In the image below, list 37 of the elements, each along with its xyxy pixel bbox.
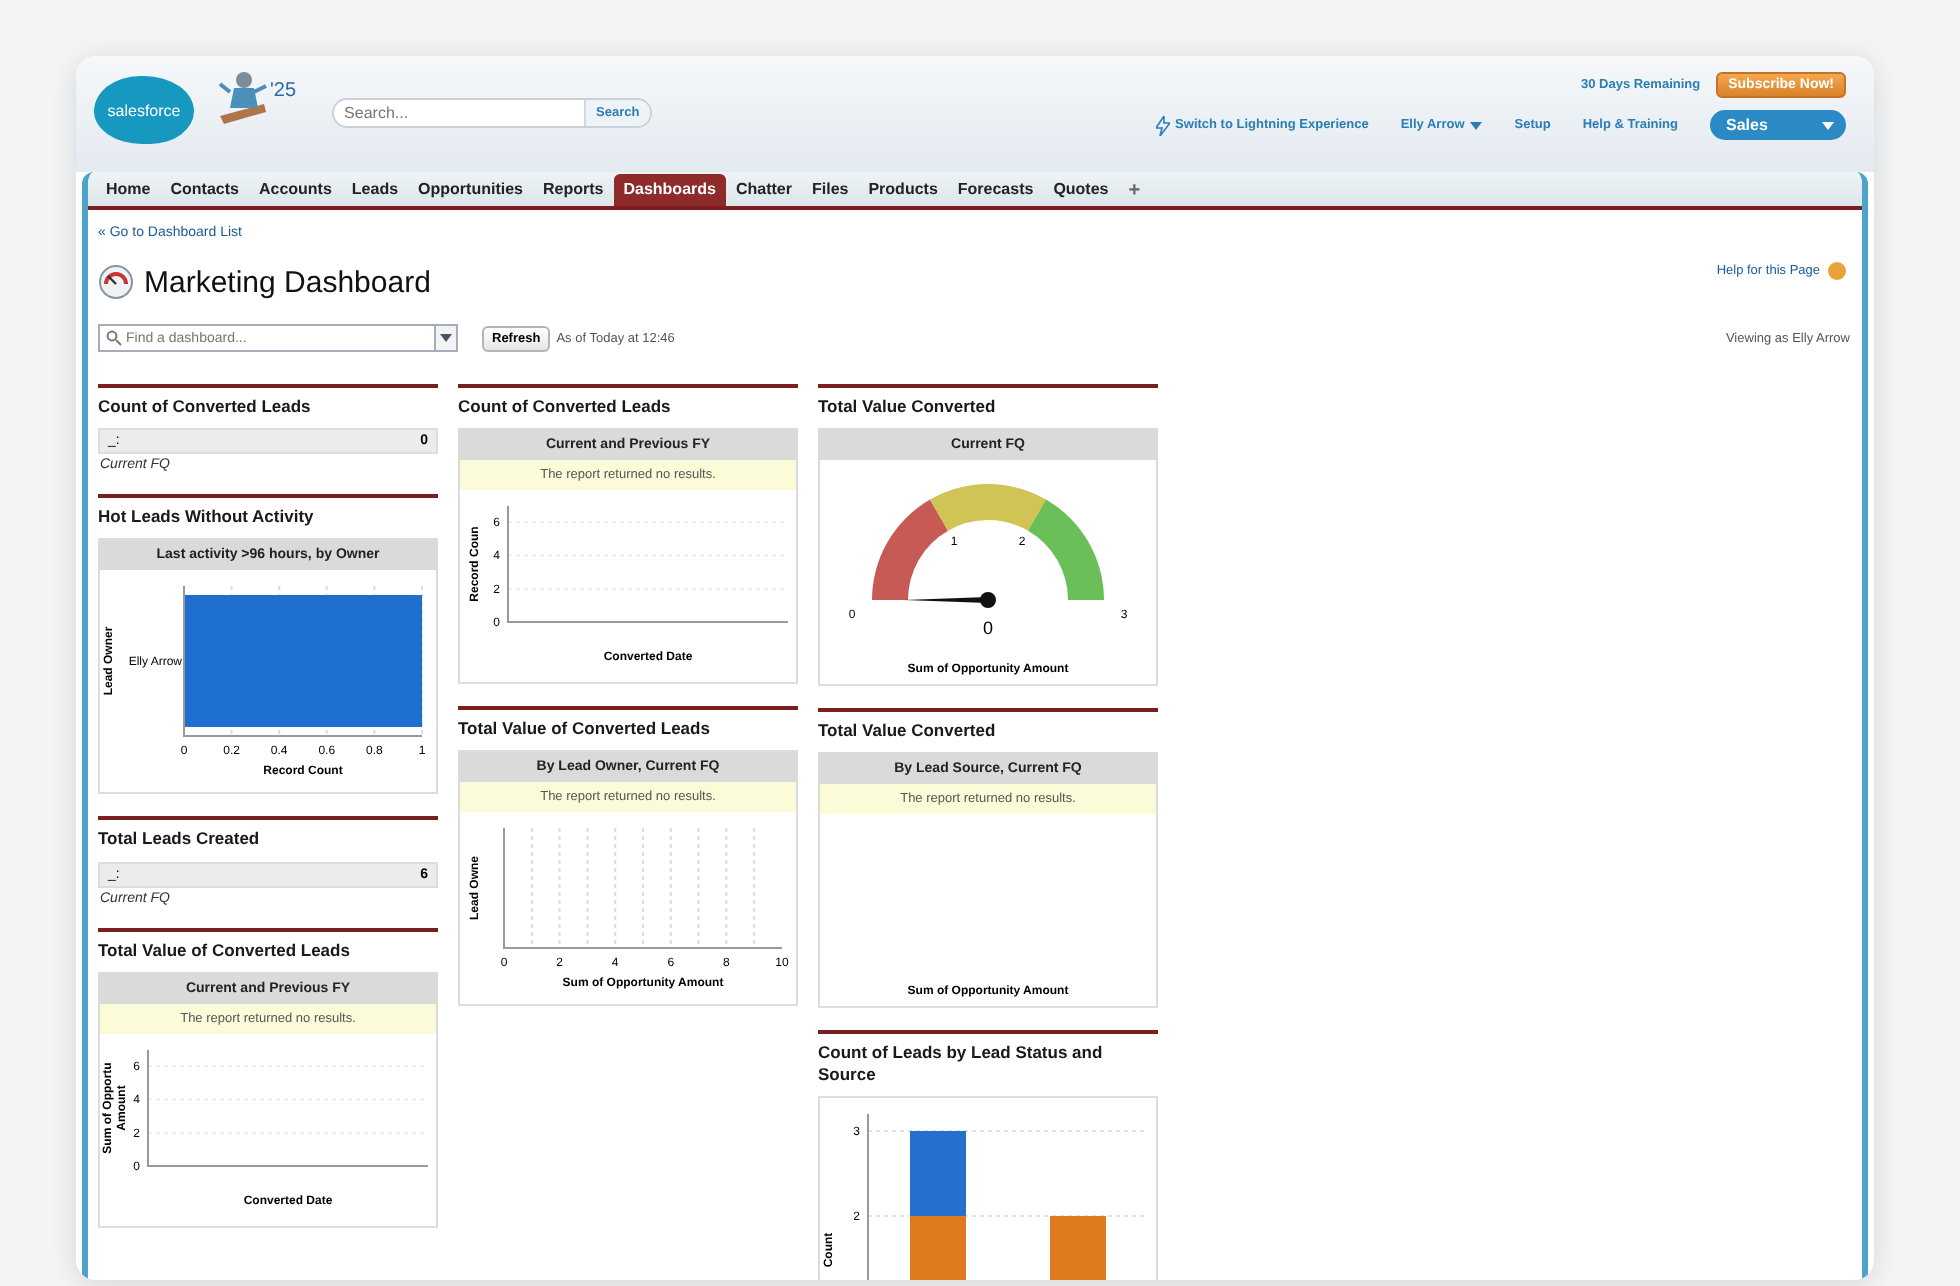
nav-tab[interactable]: Forecasts	[947, 174, 1044, 206]
bar	[910, 1215, 966, 1280]
nav-tab[interactable]: Quotes	[1043, 174, 1119, 206]
nav-tab[interactable]: Accounts	[248, 174, 342, 206]
component-title: Total Value Converted	[818, 394, 998, 420]
badge-text: '25	[270, 80, 297, 102]
gauge-reading: 0	[983, 618, 993, 639]
caret-icon	[1470, 121, 1483, 129]
nav-tab[interactable]: Home	[96, 174, 161, 206]
caret-icon	[1822, 121, 1834, 129]
component-title: Total Value of Converted Leads	[98, 937, 352, 964]
bar	[910, 1130, 966, 1216]
mascot-icon	[214, 68, 270, 128]
component-title: Total Leads Created	[98, 826, 262, 853]
component-title: Count of Leads by Lead Status and Source	[818, 1040, 1105, 1088]
component-title: Count of Converted Leads	[98, 394, 313, 420]
page-title: Marketing Dashboard	[144, 265, 431, 299]
component-title: Total Value Converted	[818, 718, 998, 745]
add-tab-button[interactable]: +	[1118, 180, 1151, 206]
nav-tab[interactable]: Reports	[533, 174, 614, 206]
search-icon	[106, 330, 122, 346]
caret-icon	[440, 334, 452, 342]
dashboard-gauge-icon	[98, 264, 134, 300]
app-menu[interactable]: Sales	[1710, 110, 1846, 140]
lightning-bolt-icon	[1155, 115, 1170, 135]
nav-tab[interactable]: Dashboards	[613, 174, 726, 206]
nav-tab[interactable]: Chatter	[725, 174, 802, 206]
nav-tab[interactable]: Products	[858, 174, 948, 206]
nav-tab[interactable]: Opportunities	[408, 174, 533, 206]
bar	[1050, 1215, 1106, 1280]
nav-tab[interactable]: Leads	[341, 174, 409, 206]
component-title: Count of Converted Leads	[458, 394, 673, 420]
search-field[interactable]: Search...	[334, 100, 585, 126]
nav-tab[interactable]: Contacts	[160, 174, 249, 206]
component-title: Hot Leads Without Activity	[98, 504, 316, 531]
component-title: Total Value of Converted Leads	[458, 716, 712, 743]
nav-tab[interactable]: Files	[801, 174, 859, 206]
